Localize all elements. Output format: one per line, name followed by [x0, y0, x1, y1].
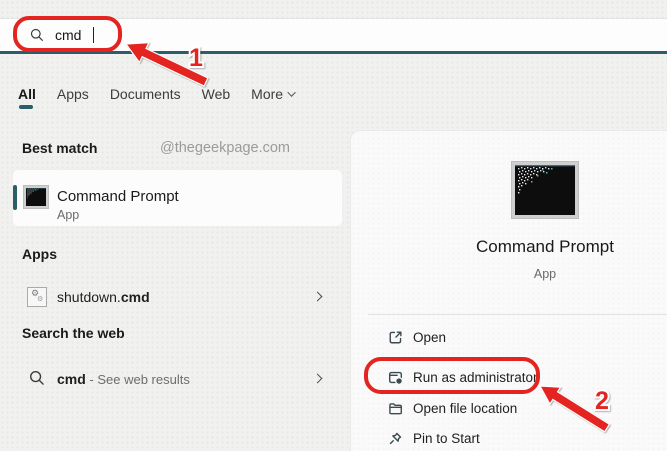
tab-documents[interactable]: Documents	[110, 86, 181, 102]
search-bar: cmd	[0, 18, 667, 54]
app-result-prefix: shutdown.	[57, 289, 121, 305]
best-match-subtitle: App	[57, 208, 80, 222]
selection-accent-bar	[13, 185, 17, 210]
app-result-shutdown-cmd[interactable]: ⚙ ⚙ shutdown.cmd	[12, 280, 343, 314]
action-open-file-location[interactable]: Open file location	[388, 398, 517, 418]
action-run-as-admin-label: Run as administrator	[413, 369, 538, 385]
search-icon	[29, 370, 45, 386]
web-section-header: Search the web	[22, 325, 125, 341]
action-pin-to-start-label: Pin to Start	[413, 430, 480, 446]
web-result-cmd[interactable]: cmd - See web results	[12, 362, 343, 396]
search-filter-tabs: All Apps Documents Web More	[18, 86, 296, 102]
preview-title-block: Command Prompt App	[400, 237, 667, 281]
gear-icon: ⚙	[37, 295, 44, 303]
pin-icon	[389, 432, 402, 444]
preview-app-title: Command Prompt	[476, 237, 614, 256]
web-result-suffix: - See web results	[85, 372, 190, 387]
tab-more-label: More	[251, 86, 284, 102]
chevron-right-icon	[312, 291, 323, 302]
run-as-admin-icon	[389, 371, 403, 385]
command-prompt-icon	[23, 185, 49, 209]
tab-more[interactable]: More	[251, 86, 296, 102]
web-result-label: cmd - See web results	[57, 371, 190, 387]
action-open-file-location-label: Open file location	[413, 400, 518, 416]
search-icon	[30, 28, 44, 42]
folder-icon	[389, 402, 402, 414]
web-result-bold: cmd	[57, 371, 86, 387]
chevron-right-icon	[312, 373, 323, 384]
panel-divider	[368, 314, 667, 315]
cmd-file-icon: ⚙ ⚙	[27, 287, 47, 307]
watermark-text: @thegeekpage.com	[160, 140, 290, 156]
open-external-icon	[389, 330, 402, 343]
search-input[interactable]: cmd	[0, 27, 95, 43]
tab-web[interactable]: Web	[202, 86, 231, 102]
action-open[interactable]: Open	[388, 327, 446, 347]
chevron-down-icon	[287, 88, 296, 97]
app-result-bold: cmd	[120, 289, 150, 305]
action-open-label: Open	[413, 329, 447, 345]
tab-apps[interactable]: Apps	[57, 86, 89, 102]
text-caret	[93, 27, 95, 43]
app-result-label: shutdown.cmd	[57, 289, 150, 305]
action-run-as-administrator[interactable]: Run as administrator	[388, 367, 538, 387]
search-query-text: cmd	[55, 27, 82, 43]
preview-app-subtitle: App	[533, 267, 557, 281]
best-match-header: Best match	[22, 140, 98, 156]
active-tab-indicator	[19, 105, 33, 109]
command-prompt-large-icon	[511, 161, 579, 219]
action-pin-to-start[interactable]: Pin to Start	[388, 428, 480, 448]
best-match-title[interactable]: Command Prompt	[57, 188, 179, 205]
tab-all[interactable]: All	[18, 86, 36, 102]
apps-section-header: Apps	[22, 246, 57, 262]
